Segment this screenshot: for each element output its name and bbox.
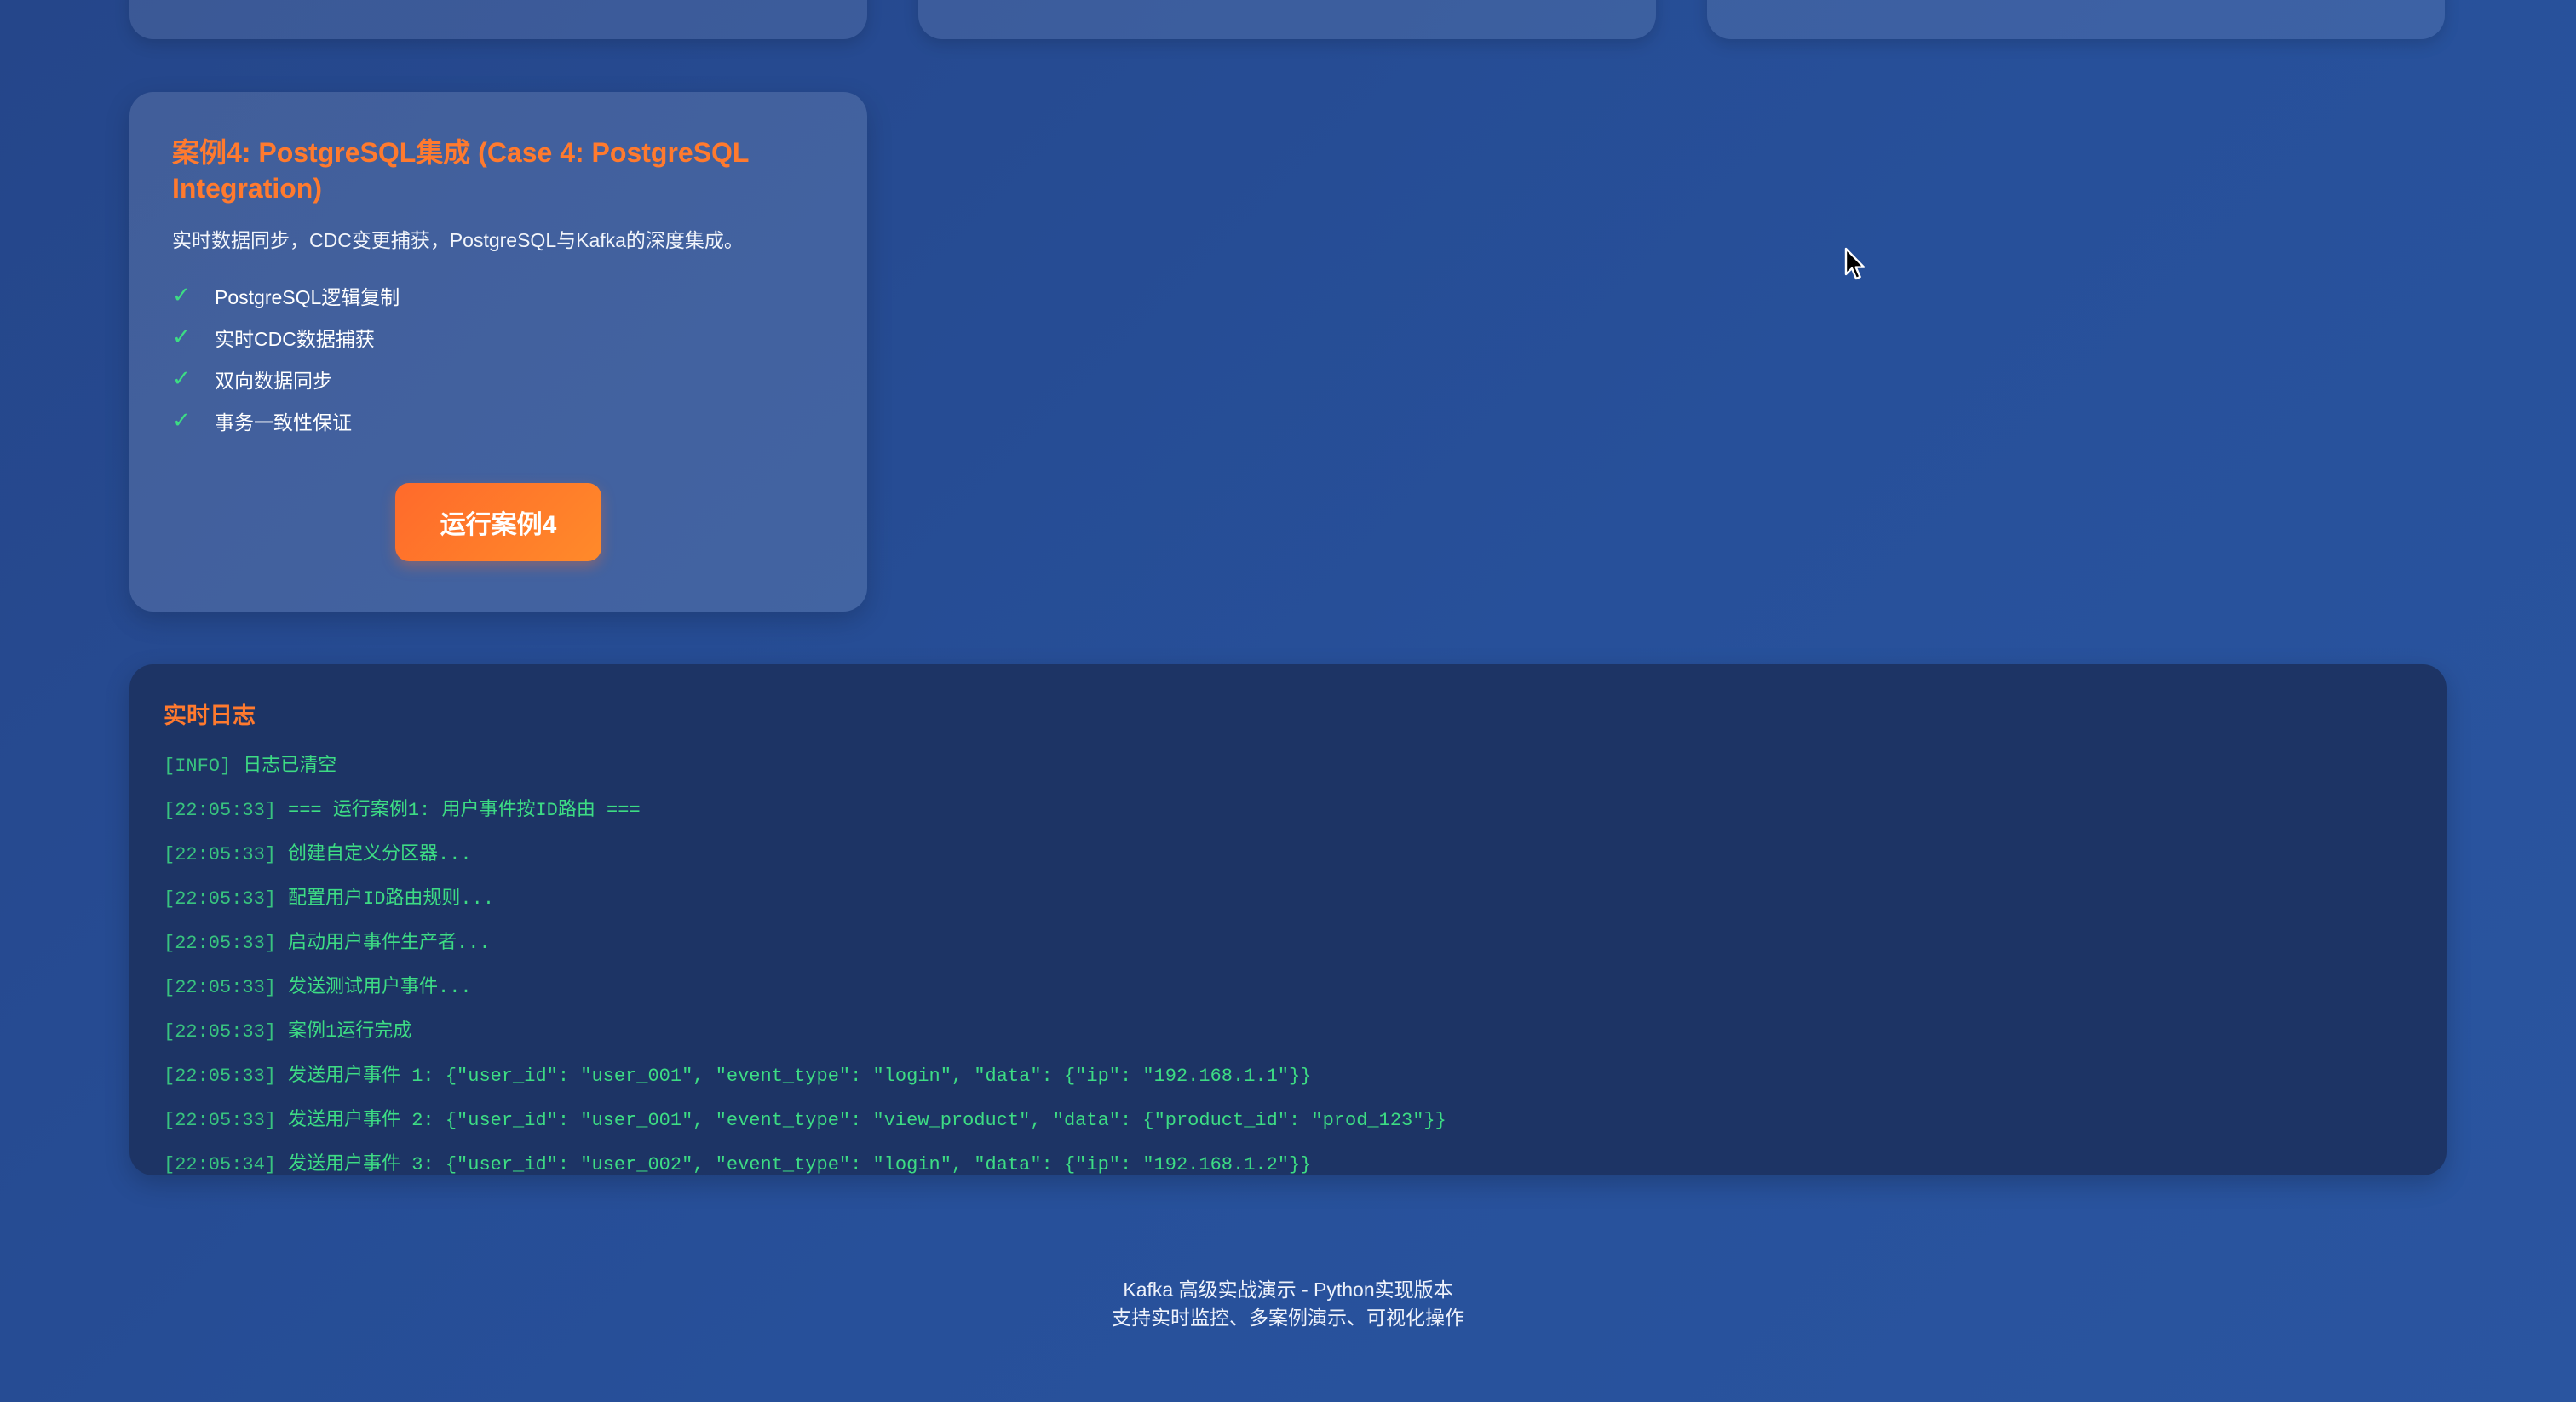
check-icon: ✓	[172, 324, 191, 349]
log-message: 发送用户事件 3: {"user_id": "user_002", "event…	[288, 1154, 1312, 1175]
log-line: [22:05:33] 启动用户事件生产者...	[164, 922, 2412, 966]
feature-label: 事务一致性保证	[215, 411, 352, 434]
log-message: 创建自定义分区器...	[288, 844, 472, 865]
log-message: 发送用户事件 2: {"user_id": "user_001", "event…	[288, 1110, 1446, 1131]
log-timestamp: [22:05:33]	[164, 1066, 277, 1087]
check-icon: ✓	[172, 365, 191, 391]
log-message: 日志已清空	[243, 756, 337, 777]
log-timestamp: [22:05:33]	[164, 844, 277, 865]
log-message: 发送测试用户事件...	[288, 977, 472, 998]
feature-item: ✓ PostgreSQL逻辑复制	[172, 274, 825, 316]
feature-item: ✓ 双向数据同步	[172, 358, 825, 399]
page-footer: Kafka 高级实战演示 - Python实现版本 支持实时监控、多案例演示、可…	[0, 1276, 2576, 1332]
log-timestamp: [22:05:33]	[164, 1110, 277, 1131]
log-title: 实时日志	[164, 703, 256, 728]
case-card-2	[918, 0, 1656, 39]
feature-label: 实时CDC数据捕获	[215, 327, 375, 350]
log-line: [22:05:33] 案例1运行完成	[164, 1010, 2412, 1054]
case-card-4: 案例4: PostgreSQL集成 (Case 4: PostgreSQL In…	[129, 92, 867, 612]
log-line: [22:05:33] 发送用户事件 1: {"user_id": "user_00…	[164, 1054, 2412, 1099]
mouse-cursor-icon	[1844, 247, 1866, 280]
feature-label: 双向数据同步	[215, 369, 332, 392]
log-lines: [INFO] 日志已清空 [22:05:33] === 运行案例1: 用户事件按ID…	[164, 744, 2412, 1175]
log-message: 案例1运行完成	[288, 1021, 412, 1043]
log-timestamp: [22:05:33]	[164, 888, 277, 910]
log-message: 启动用户事件生产者...	[288, 933, 491, 954]
log-line: [22:05:33] 发送测试用户事件...	[164, 966, 2412, 1010]
case-title: 案例4: PostgreSQL集成 (Case 4: PostgreSQL In…	[172, 137, 749, 204]
feature-list: ✓ PostgreSQL逻辑复制 ✓ 实时CDC数据捕获 ✓ 双向数据同步 ✓ …	[172, 274, 825, 441]
log-line: [22:05:34] 发送用户事件 3: {"user_id": "user_00…	[164, 1143, 2412, 1175]
footer-line-2: 支持实时监控、多案例演示、可视化操作	[1112, 1307, 1464, 1329]
feature-item: ✓ 实时CDC数据捕获	[172, 316, 825, 358]
log-line: [22:05:33] 创建自定义分区器...	[164, 833, 2412, 877]
run-case-4-button[interactable]: 运行案例4	[395, 483, 601, 561]
case-card-1	[129, 0, 867, 39]
realtime-log-panel[interactable]: 实时日志 [INFO] 日志已清空 [22:05:33] === 运行案例1: 用户…	[129, 664, 2447, 1175]
log-message: === 运行案例1: 用户事件按ID路由 ===	[288, 800, 641, 821]
log-timestamp: [INFO]	[164, 756, 232, 777]
log-timestamp: [22:05:33]	[164, 800, 277, 821]
footer-line-1: Kafka 高级实战演示 - Python实现版本	[1123, 1278, 1453, 1301]
feature-item: ✓ 事务一致性保证	[172, 399, 825, 441]
log-line: [22:05:33] 发送用户事件 2: {"user_id": "user_00…	[164, 1099, 2412, 1143]
log-message: 发送用户事件 1: {"user_id": "user_001", "event…	[288, 1066, 1312, 1087]
log-message: 配置用户ID路由规则...	[288, 888, 495, 910]
case-card-3	[1707, 0, 2445, 39]
log-timestamp: [22:05:33]	[164, 933, 277, 954]
log-timestamp: [22:05:33]	[164, 1021, 277, 1043]
case-description: 实时数据同步，CDC变更捕获，PostgreSQL与Kafka的深度集成。	[172, 229, 744, 251]
log-timestamp: [22:05:33]	[164, 977, 277, 998]
check-icon: ✓	[172, 407, 191, 433]
feature-label: PostgreSQL逻辑复制	[215, 285, 400, 308]
log-line: [22:05:33] === 运行案例1: 用户事件按ID路由 ===	[164, 789, 2412, 833]
check-icon: ✓	[172, 282, 191, 307]
log-line: [INFO] 日志已清空	[164, 744, 2412, 789]
log-line: [22:05:33] 配置用户ID路由规则...	[164, 877, 2412, 922]
log-timestamp: [22:05:34]	[164, 1154, 277, 1175]
